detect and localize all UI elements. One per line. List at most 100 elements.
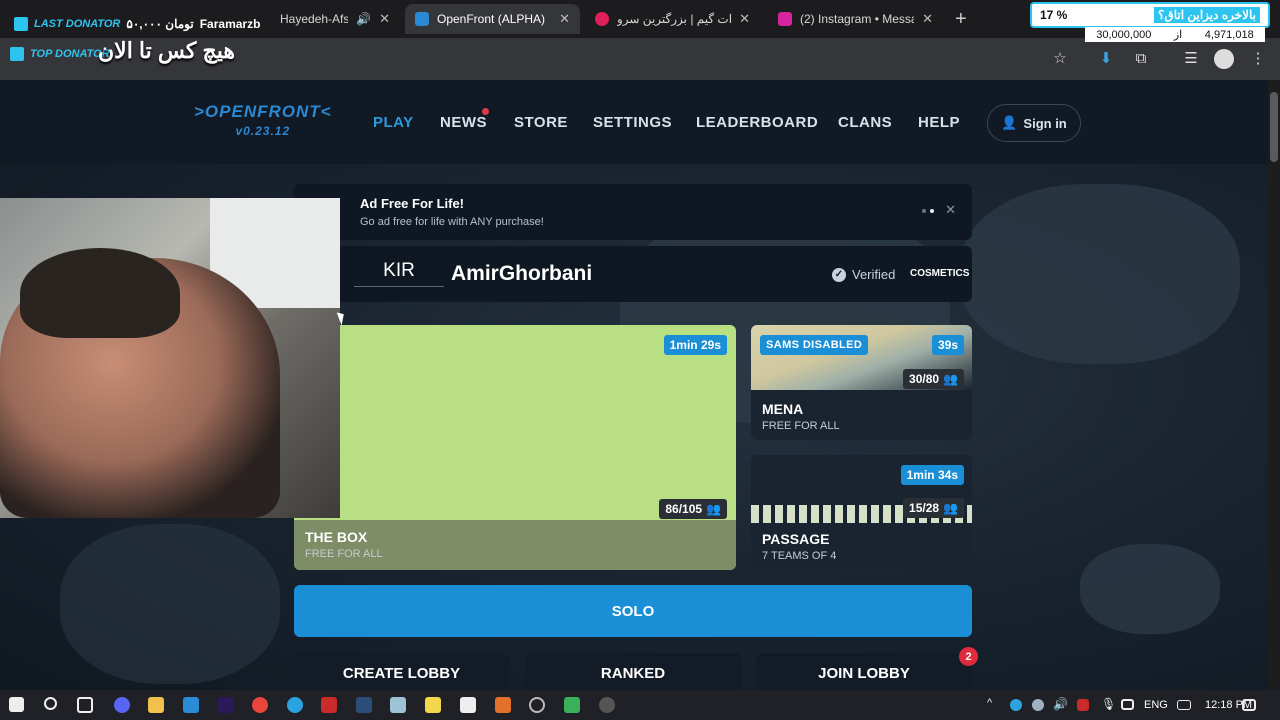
ranked-button[interactable]: RANKED — [525, 653, 741, 690]
nav-news[interactable]: NEWS — [440, 114, 487, 131]
screen: Hayedeh-Afs 🔊 ✕ OpenFront (ALPHA) ✕ آپار… — [0, 0, 1280, 720]
donator-icon — [14, 17, 28, 31]
lobby-timer: 1min 29s — [663, 335, 727, 355]
menu-dots-icon[interactable]: ⋮ — [1248, 49, 1268, 69]
last-donator-name: Faramarzb — [199, 17, 261, 31]
map-name: THE BOX — [305, 529, 368, 545]
antivirus-icon[interactable] — [1077, 699, 1089, 711]
close-tab-icon[interactable]: ✕ — [739, 11, 750, 27]
windows-start-icon[interactable] — [9, 697, 24, 712]
openfront-favicon — [415, 12, 429, 26]
close-icon[interactable]: ✕ — [945, 202, 956, 218]
obs-icon[interactable] — [599, 697, 615, 713]
reading-list-icon[interactable]: ☰ — [1181, 49, 1201, 69]
top-navigation: >OPENFRONT< v0.23.12 PLAY NEWS STORE SET… — [0, 80, 1268, 164]
app-icon[interactable] — [564, 697, 580, 713]
tray-icon[interactable] — [1010, 699, 1022, 711]
vscode-icon[interactable] — [183, 697, 199, 713]
app-icon[interactable] — [321, 697, 337, 713]
network-icon[interactable] — [1121, 699, 1134, 710]
lobby-card-the-box[interactable]: 1min 29s 86/105 👥 THE BOX FREE FOR ALL — [294, 325, 736, 570]
lobby-player-count: 30/80 👥 — [903, 369, 964, 389]
username-input[interactable]: AmirGhorbani — [451, 262, 592, 286]
lobby-card-mena[interactable]: SAMS DISABLED 39s 30/80 👥 MENA FREE FOR … — [751, 325, 972, 440]
new-tab-button[interactable]: + — [955, 8, 967, 31]
top-donator-text: هیچ کس تا الان — [98, 38, 235, 63]
webcam-person-hair — [20, 248, 180, 338]
tab-aparat[interactable]: آپارات گیم | بزرگترین سرو ✕ — [585, 4, 760, 34]
close-tab-icon[interactable]: ✕ — [559, 11, 570, 27]
donator-icon — [10, 47, 24, 61]
openfront-logo[interactable]: >OPENFRONT< v0.23.12 — [194, 102, 332, 138]
solo-button[interactable]: SOLO — [294, 585, 972, 637]
nav-help[interactable]: HELP — [918, 114, 960, 131]
app-icon[interactable] — [495, 697, 511, 713]
app-icon[interactable] — [529, 697, 545, 713]
page-scrollbar[interactable] — [1268, 80, 1280, 690]
sams-disabled-badge: SAMS DISABLED — [760, 335, 869, 355]
instagram-favicon — [778, 12, 792, 26]
premiere-icon[interactable] — [218, 697, 234, 713]
chrome-icon[interactable] — [252, 697, 268, 713]
map-landmass — [960, 184, 1240, 364]
goal-target: 30,000,000 — [1096, 28, 1152, 41]
app-icon[interactable] — [390, 697, 406, 713]
last-donator-bar: LAST DONATOR ۵۰,۰۰۰ تومان Faramarzb — [0, 12, 260, 36]
donation-goal: 17 % بالاخره دیزاین اتاق؟ — [1030, 2, 1270, 28]
steam-icon[interactable] — [356, 697, 372, 713]
verified-label: Verified — [852, 267, 896, 282]
promo-carousel-dots[interactable] — [922, 209, 934, 213]
ad-free-promo[interactable]: Ad Free For Life! Go ad free for life wi… — [294, 184, 972, 240]
nav-store[interactable]: STORE — [514, 114, 568, 131]
task-view-icon[interactable] — [77, 697, 93, 713]
volume-icon[interactable]: 🔊 — [1053, 697, 1069, 713]
join-lobby-button[interactable]: JOIN LOBBY — [756, 653, 972, 690]
goal-title: بالاخره دیزاین اتاق؟ — [1154, 7, 1260, 23]
nav-settings[interactable]: SETTINGS — [593, 114, 672, 131]
profile-avatar[interactable] — [1214, 49, 1234, 69]
notifications-icon[interactable] — [1242, 699, 1256, 711]
app-icon[interactable] — [460, 697, 476, 713]
close-tab-icon[interactable]: ✕ — [379, 11, 390, 27]
notes-icon[interactable] — [425, 697, 441, 713]
goal-current: 4,971,018 — [1204, 28, 1254, 41]
tab-hayedeh[interactable]: Hayedeh-Afs 🔊 ✕ — [270, 4, 400, 34]
create-lobby-button[interactable]: CREATE LOBBY — [294, 653, 509, 690]
player-count-text: 15/28 — [909, 501, 940, 515]
lobby-card-footer: THE BOX FREE FOR ALL — [294, 520, 736, 570]
nav-leaderboard[interactable]: LEADERBOARD — [696, 114, 818, 131]
scrollbar-thumb[interactable] — [1270, 92, 1278, 162]
telegram-icon[interactable] — [287, 697, 303, 713]
discord-icon[interactable] — [114, 697, 130, 713]
sign-in-label: Sign in — [1023, 115, 1067, 131]
nav-play[interactable]: PLAY — [373, 114, 414, 131]
keyboard-icon[interactable] — [1177, 700, 1191, 710]
cosmetics-button[interactable]: COSMETICS — [910, 268, 969, 279]
nav-clans[interactable]: CLANS — [838, 114, 892, 131]
extension-download-icon[interactable]: ⬇ — [1096, 49, 1116, 69]
player-identity-row: KIR AmirGhorbani ✓ Verified COSMETICS — [294, 246, 972, 302]
file-explorer-icon[interactable] — [148, 697, 164, 713]
star-icon[interactable]: ☆ — [1050, 49, 1070, 69]
tab-openfront[interactable]: OpenFront (ALPHA) ✕ — [405, 4, 580, 34]
lobby-player-count: 86/105 👥 — [659, 499, 727, 519]
search-icon[interactable] — [44, 697, 57, 710]
last-donator-amount: ۵۰,۰۰۰ تومان — [126, 17, 194, 31]
clan-tag-input[interactable]: KIR — [354, 260, 444, 287]
puzzle-icon[interactable]: ⧉ — [1131, 49, 1151, 69]
close-tab-icon[interactable]: ✕ — [922, 11, 933, 27]
chevron-up-icon[interactable]: ^ — [987, 697, 1003, 713]
tab-title: آپارات گیم | بزرگترین سرو — [617, 12, 732, 26]
lobby-player-count: 15/28 👥 — [903, 498, 964, 518]
map-landmass — [1080, 544, 1220, 634]
promo-title: Ad Free For Life! — [360, 196, 465, 211]
check-icon: ✓ — [832, 267, 846, 282]
steam-tray-icon[interactable] — [1032, 699, 1044, 711]
speaker-icon[interactable]: 🔊 — [356, 12, 371, 26]
last-donator-tag: LAST DONATOR — [34, 18, 121, 30]
language-indicator[interactable]: ENG — [1144, 699, 1168, 711]
tab-instagram[interactable]: (2) Instagram • Messag ✕ — [768, 4, 943, 34]
lobby-card-passage[interactable]: 1min 34s 15/28 👥 PASSAGE 7 TEAMS OF 4 — [751, 455, 972, 570]
sign-in-button[interactable]: 👤 Sign in — [987, 104, 1081, 142]
microphone-icon[interactable]: 🎙 — [1101, 697, 1117, 713]
